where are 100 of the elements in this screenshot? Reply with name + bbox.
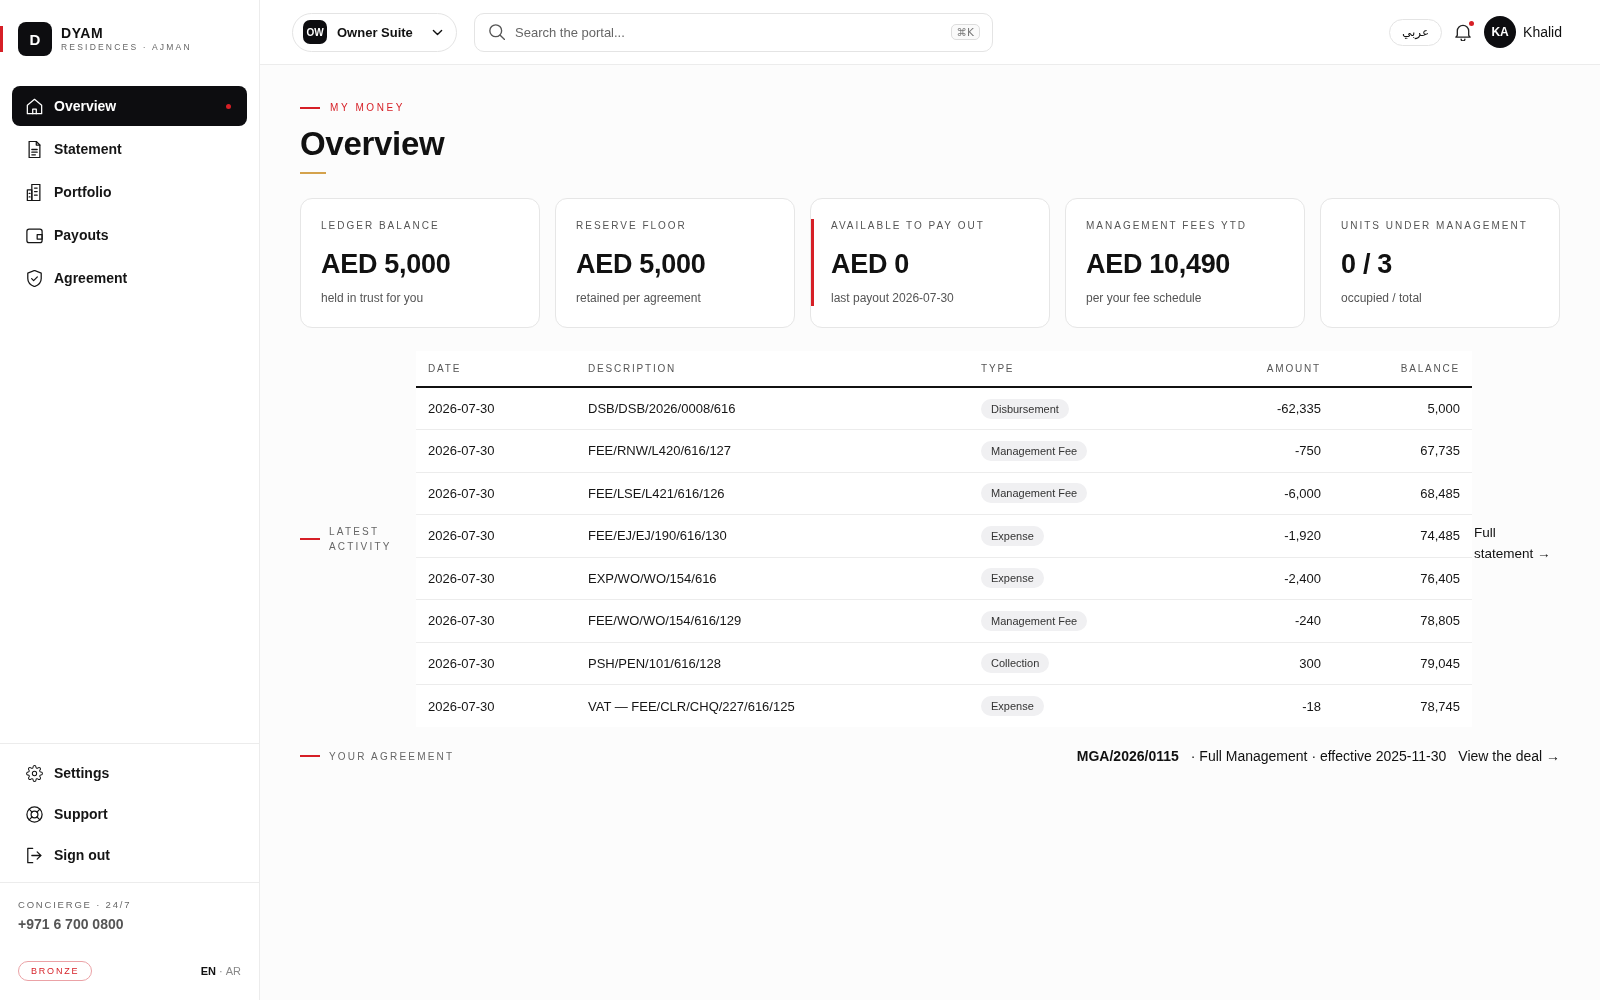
brand-name: DYAM <box>61 25 105 41</box>
logo: D <box>18 22 52 56</box>
type-tag: Management Fee <box>981 440 1088 461</box>
card-value: AED 10,490 <box>1086 248 1232 280</box>
phone-number: +971 6 700 0800 <box>18 916 125 932</box>
table-cell: FEE/RNW/L420/616/127 <box>576 429 969 472</box>
card-note: retained per agreement <box>576 290 702 306</box>
nav-item[interactable]: Sign out <box>12 836 247 874</box>
table-cell: PSH/PEN/101/616/128 <box>576 642 969 685</box>
nav-item[interactable]: Overview <box>12 86 247 126</box>
card-value: AED 0 <box>831 248 911 280</box>
suite-badge: OW <box>303 20 327 44</box>
card-label: LEDGER BALANCE <box>321 220 441 232</box>
agreement-summary: · Full Management · effective 2025-11-30 <box>1190 748 1447 764</box>
table-cell: FEE/WO/WO/154/616/129 <box>576 599 969 642</box>
brand-tagline: RESIDENCES · AJMAN <box>61 42 192 53</box>
card-note: last payout 2026-07-30 <box>831 290 955 306</box>
search-icon <box>489 24 505 40</box>
type-tag: Expense <box>981 525 1044 546</box>
table-cell: 300 <box>1200 642 1333 685</box>
separator-dot: · <box>219 965 223 977</box>
card-label: UNITS UNDER MANAGEMENT <box>1341 220 1529 232</box>
table-cell: 2026-07-30 <box>416 599 576 642</box>
column-header: BALANCE <box>1333 351 1472 387</box>
user-avatar[interactable]: KA <box>1484 16 1517 48</box>
lifebuoy-icon <box>26 805 43 823</box>
shield-check-icon <box>26 269 43 287</box>
type-tag: Disbursement <box>981 398 1069 419</box>
type-tag: Collection <box>981 653 1050 674</box>
view-deal-link[interactable]: View the deal → <box>1458 748 1560 764</box>
building-icon <box>26 183 43 201</box>
nav-item[interactable]: Statement <box>12 129 247 169</box>
table-cell: 78,805 <box>1333 599 1472 642</box>
user-name: Khalid <box>1523 24 1562 40</box>
table-cell: -1,920 <box>1200 514 1333 557</box>
card-note: occupied / total <box>1341 290 1423 306</box>
table-cell: 68,485 <box>1333 472 1472 515</box>
column-header: DESCRIPTION <box>576 351 969 387</box>
card-note: held in trust for you <box>321 290 425 306</box>
table-cell: 67,735 <box>1333 429 1472 472</box>
table-cell: DSB/DSB/2026/0008/616 <box>576 387 969 430</box>
section-label: MY MONEY <box>330 102 406 114</box>
table-cell: 2026-07-30 <box>416 429 576 472</box>
table-cell: 2026-07-30 <box>416 387 576 430</box>
nav-item[interactable]: Agreement <box>12 258 247 298</box>
settings-icon <box>26 764 43 782</box>
search-field[interactable]: Search the portal... ⌘K <box>474 12 993 52</box>
table-cell: -750 <box>1200 429 1333 472</box>
language-button[interactable]: عربي <box>1388 18 1443 46</box>
table-cell: 2026-07-30 <box>416 472 576 515</box>
page-title: Overview <box>300 124 445 164</box>
table-cell: 74,485 <box>1333 514 1472 557</box>
table-cell: 78,745 <box>1333 684 1472 727</box>
type-tag: Expense <box>981 696 1044 716</box>
full-statement-link[interactable]: Full statement → <box>1472 514 1558 564</box>
card-value: 0 / 3 <box>1341 248 1394 280</box>
table-cell: FEE/LSE/L421/616/126 <box>576 472 969 515</box>
table-cell: VAT — FEE/CLR/CHQ/227/616/125 <box>576 684 969 727</box>
card-label: AVAILABLE TO PAY OUT <box>831 220 986 232</box>
table-cell: 2026-07-30 <box>416 514 576 557</box>
card-label: MANAGEMENT FEES YTD <box>1086 220 1248 232</box>
column-header: AMOUNT <box>1200 351 1333 387</box>
section-label: LATEST ACTIVITY <box>329 525 393 554</box>
table-cell: -2,400 <box>1200 557 1333 600</box>
table-cell: 79,045 <box>1333 642 1472 685</box>
card-label: RESERVE FLOOR <box>576 220 688 232</box>
home-icon <box>26 97 43 115</box>
table-cell: -18 <box>1200 684 1333 727</box>
sign-out-icon <box>26 846 43 864</box>
document-icon <box>26 140 43 158</box>
wallet-icon <box>26 226 43 244</box>
type-tag: Expense <box>981 568 1044 589</box>
table-cell: 2026-07-30 <box>416 684 576 727</box>
language-option[interactable]: AR <box>225 965 241 977</box>
agreement-reference: MGA/2026/0115 <box>1076 748 1179 764</box>
type-tag: Management Fee <box>981 610 1088 631</box>
nav-item[interactable]: Portfolio <box>12 172 247 212</box>
table-cell: EXP/WO/WO/154/616 <box>576 557 969 600</box>
table-cell: 5,000 <box>1333 387 1472 430</box>
language-option[interactable]: EN <box>200 965 217 977</box>
table-cell: 76,405 <box>1333 557 1472 600</box>
nav-item[interactable]: Settings <box>12 754 247 792</box>
column-header: TYPE <box>969 351 1200 387</box>
section-label: YOUR AGREEMENT <box>329 749 455 764</box>
table-cell: -6,000 <box>1200 472 1333 515</box>
table-cell: 2026-07-30 <box>416 642 576 685</box>
suite-switcher[interactable]: OW Owner Suite <box>292 12 457 52</box>
nav-item[interactable]: Payouts <box>12 215 247 255</box>
search-input[interactable]: Search the portal... <box>515 22 941 42</box>
card-value: AED 5,000 <box>321 248 452 280</box>
table-cell: -62,335 <box>1200 387 1333 430</box>
card-note: per your fee schedule <box>1086 290 1203 306</box>
bell-icon[interactable] <box>1454 23 1473 41</box>
column-header: DATE <box>416 351 576 387</box>
concierge-label: CONCIERGE · 24/7 <box>18 899 133 910</box>
nav-item[interactable]: Support <box>12 795 247 833</box>
table-cell: -240 <box>1200 599 1333 642</box>
table-cell: 2026-07-30 <box>416 557 576 600</box>
type-tag: Management Fee <box>981 483 1088 504</box>
shortcut-hint: ⌘K <box>950 24 980 40</box>
